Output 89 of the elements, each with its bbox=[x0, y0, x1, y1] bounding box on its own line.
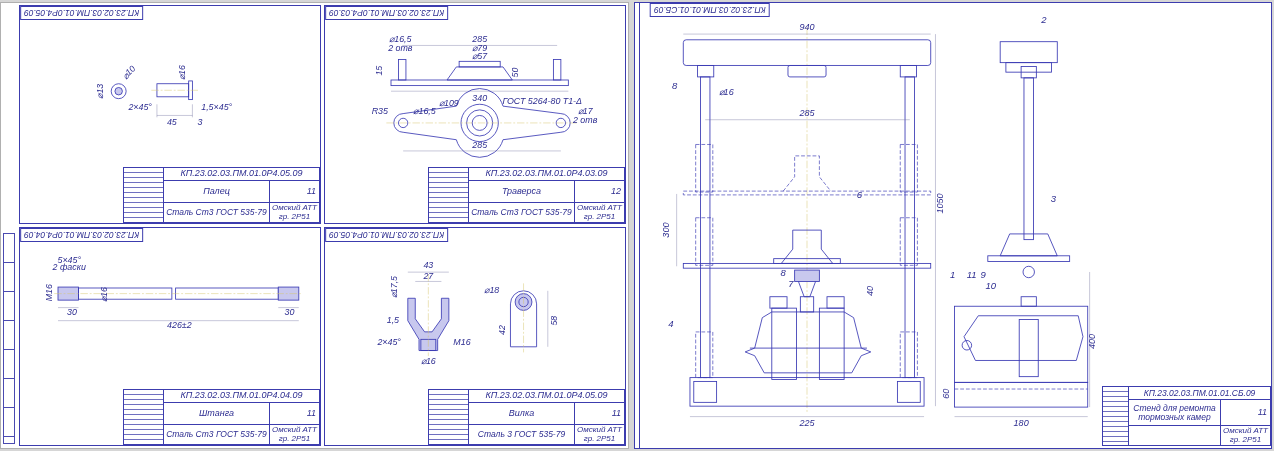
corner-stamp: КП.23.02.03.ПМ.01.01.СБ.09 bbox=[650, 3, 770, 17]
corner-stamp: КП.23.02.03.ПМ.01.0Р4.04.09 bbox=[20, 228, 144, 242]
dimension-label: ⌀16 bbox=[176, 65, 187, 80]
dimension-label: 58 bbox=[549, 315, 560, 326]
part-name: Траверса bbox=[469, 181, 575, 203]
dimension-label: 40 bbox=[864, 286, 875, 297]
corner-stamp: КП.23.02.03.ПМ.01.0Р4.05.09 bbox=[325, 228, 449, 242]
dimension-label: 2×45° bbox=[377, 336, 401, 347]
dimension-label: 2 отв bbox=[388, 43, 413, 54]
drawing-code: КП.23.02.03.ПМ.01.0Р4.05.09 bbox=[164, 168, 320, 181]
dimension-label: 45 bbox=[166, 116, 177, 127]
dimension-label: 1,5 bbox=[386, 314, 400, 325]
material-label: Сталь Ст3 ГОСТ 535-79 bbox=[164, 425, 270, 445]
dimension-label: М16 bbox=[44, 284, 55, 302]
dimension-label: 1,5×45° bbox=[201, 101, 233, 112]
corner-stamp: КП.23.02.03.ПМ.01.0Р4.05.09 bbox=[20, 6, 144, 20]
dimension-label: 285 bbox=[472, 140, 488, 151]
material-label: Сталь Ст3 ГОСТ 535-79 bbox=[164, 203, 270, 223]
dimension-label: 1050 bbox=[935, 193, 946, 214]
callout-number: 11 bbox=[966, 268, 977, 280]
sheet-number: 11 bbox=[575, 403, 625, 425]
callout-number: 6 bbox=[856, 188, 862, 200]
callout-number: 8 bbox=[780, 266, 786, 278]
dimension-label: ⌀10 bbox=[119, 63, 138, 82]
dimension-label: 285 bbox=[472, 33, 488, 44]
corner-stamp: КП.23.02.03.ПМ.01.0Р4.03.09 bbox=[325, 6, 449, 20]
dimension-label: ⌀17,5 bbox=[388, 275, 399, 299]
dimension-label: М16 bbox=[453, 336, 471, 347]
callout-number: 3 bbox=[1050, 192, 1057, 204]
material-label: Сталь Ст3 ГОСТ 535-79 bbox=[469, 203, 575, 223]
dimension-label: ⌀17 bbox=[577, 105, 593, 116]
sheet-number: 11 bbox=[1221, 400, 1271, 426]
dimension-label: 300 bbox=[661, 222, 672, 238]
dimension-label: 2 отв bbox=[572, 114, 598, 125]
dimension-label: 426±2 bbox=[167, 320, 192, 331]
sheet-number: 12 bbox=[575, 181, 625, 203]
assembly-name: Стенд для ремонта тормозных камер bbox=[1129, 400, 1221, 426]
dimension-label: 27 bbox=[423, 270, 434, 281]
dimension-label: ⌀57 bbox=[472, 51, 488, 62]
dimension-label: ⌀18 bbox=[484, 284, 500, 295]
part-name: Штанга bbox=[164, 403, 270, 425]
dimension-label: ⌀16,5 bbox=[413, 105, 436, 116]
dimension-label: R35 bbox=[371, 105, 388, 116]
dimension-label: 940 bbox=[799, 22, 815, 33]
dimension-label: ⌀109 bbox=[438, 98, 459, 109]
dimension-label: ⌀79 bbox=[472, 43, 488, 54]
callout-number: 9 bbox=[980, 268, 986, 280]
dimension-label: ⌀16 bbox=[98, 287, 109, 302]
dimension-label: 30 bbox=[67, 307, 77, 318]
dimension-label: ⌀16 bbox=[718, 87, 734, 97]
part-name: Палец bbox=[164, 181, 270, 203]
callout-number: 2 bbox=[1041, 13, 1047, 25]
dimension-label: 5×45° bbox=[57, 254, 81, 265]
dimension-label: 15 bbox=[373, 65, 384, 76]
part-name: Вилка bbox=[469, 403, 575, 425]
drawing-code: КП.23.02.03.ПМ.01.01.СБ.09 bbox=[1129, 387, 1271, 400]
dimension-label: 3 bbox=[197, 116, 203, 127]
dimension-label: 340 bbox=[472, 92, 488, 103]
dimension-label: 2 фаски bbox=[52, 262, 86, 273]
drawing-code: КП.23.02.03.ПМ.01.0Р4.04.09 bbox=[164, 390, 320, 403]
sheet-number: 11 bbox=[270, 403, 320, 425]
callout-number: 8 bbox=[672, 80, 678, 92]
organization-label: Омский АТТ гр. 2Р51 bbox=[270, 203, 320, 223]
callout-number: 1 bbox=[949, 268, 956, 280]
dimension-label: 50 bbox=[509, 67, 520, 78]
dimension-label: 225 bbox=[799, 418, 815, 429]
organization-label: Омский АТТ гр. 2Р51 bbox=[270, 425, 320, 445]
sheet-number: 11 bbox=[270, 181, 320, 203]
dimension-label: ⌀16,5 bbox=[389, 33, 412, 44]
callout-number: 4 bbox=[668, 318, 674, 330]
organization-label: Омский АТТ гр. 2Р51 bbox=[1221, 426, 1271, 446]
dimension-label: 180 bbox=[1013, 418, 1029, 429]
organization-label: Омский АТТ гр. 2Р51 bbox=[575, 425, 625, 445]
dimension-label: ГОСТ 5264-80 Т1-Δ bbox=[502, 96, 582, 107]
drawing-code: КП.23.02.03.ПМ.01.0Р4.03.09 bbox=[469, 168, 625, 181]
material-label: Сталь 3 ГОСТ 535-79 bbox=[469, 425, 575, 445]
callout-number: 10 bbox=[985, 280, 996, 292]
callout-number: 7 bbox=[788, 278, 794, 290]
dimension-label: 2×45° bbox=[128, 101, 152, 112]
dimension-label: ⌀13 bbox=[94, 83, 105, 99]
dimension-label: ⌀16 bbox=[420, 355, 436, 366]
dimension-label: 60 bbox=[940, 388, 951, 399]
dimension-label: 285 bbox=[799, 107, 815, 118]
drawing-code: КП.23.02.03.ПМ.01.0Р4.05.09 bbox=[469, 390, 625, 403]
dimension-label: 42 bbox=[496, 325, 507, 335]
dimension-label: 43 bbox=[423, 260, 434, 271]
dimension-label: 400 bbox=[1087, 333, 1098, 349]
dimension-label: 30 bbox=[284, 307, 295, 318]
organization-label: Омский АТТ гр. 2Р51 bbox=[575, 203, 625, 223]
